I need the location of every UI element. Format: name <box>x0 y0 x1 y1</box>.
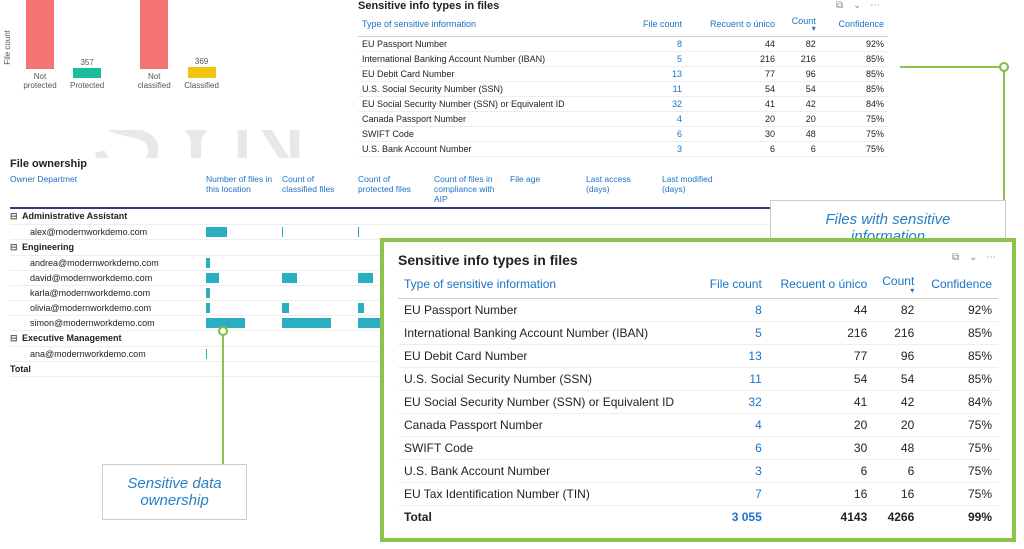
usage-bar <box>282 273 297 283</box>
table-row[interactable]: Canada Passport Number4202075% <box>358 112 888 127</box>
usage-bar <box>206 288 210 298</box>
collapse-icon[interactable]: ⊟ <box>10 333 22 344</box>
focus-icon[interactable]: ⧉ <box>952 252 964 264</box>
usage-bar <box>282 318 331 328</box>
connector-dot-icon <box>999 62 1009 72</box>
ownership-callout: Sensitive data ownership <box>102 464 247 520</box>
table-row[interactable]: EU Debit Card Number13779685% <box>398 345 998 368</box>
table-row[interactable]: SWIFT Code6304875% <box>358 127 888 142</box>
more-icon[interactable]: ⋯ <box>986 252 998 264</box>
table-row[interactable]: SWIFT Code6304875% <box>398 437 998 460</box>
column-header[interactable]: File age <box>510 174 586 204</box>
chart-bar[interactable]: 369Classified <box>184 57 219 90</box>
connector-dot-icon <box>218 326 228 336</box>
sensitive-types-zoom: Sensitive info types in files ⧉ ⌄ ⋯ Type… <box>380 238 1016 542</box>
usage-bar <box>282 227 283 237</box>
table-row[interactable]: U.S. Bank Account Number36675% <box>358 142 888 157</box>
column-header[interactable]: Recuent o único <box>768 270 873 299</box>
table-row[interactable]: EU Social Security Number (SSN) or Equiv… <box>358 97 888 112</box>
chart-ylabel: File count <box>3 30 12 65</box>
table-row[interactable]: U.S. Bank Account Number36675% <box>398 460 998 483</box>
table-row[interactable]: International Banking Account Number (IB… <box>358 52 888 67</box>
focus-icon[interactable]: ⧉ <box>836 0 848 12</box>
table-row[interactable]: EU Debit Card Number13779685% <box>358 67 888 82</box>
collapse-icon[interactable]: ⊟ <box>10 211 22 222</box>
table-row[interactable]: Canada Passport Number4202075% <box>398 414 998 437</box>
column-header[interactable]: Count▾ <box>779 14 820 37</box>
chart-bar[interactable]: 2 686Not classified <box>134 0 174 90</box>
column-header[interactable]: Count of protected files <box>358 174 434 204</box>
table-row[interactable]: International Banking Account Number (IB… <box>398 322 998 345</box>
table-row[interactable]: U.S. Social Security Number (SSN)1154548… <box>398 368 998 391</box>
usage-bar <box>358 303 364 313</box>
filter-icon[interactable]: ⌄ <box>853 0 865 12</box>
chart-bar[interactable]: 357Protected <box>70 58 104 90</box>
usage-bar <box>206 258 210 268</box>
classified-chart: 2 686Not classified369Classified <box>134 4 219 130</box>
usage-bar <box>358 273 373 283</box>
column-header[interactable]: File count <box>626 14 686 37</box>
column-header[interactable]: Recuent o único <box>686 14 779 37</box>
column-header[interactable]: Last access (days) <box>586 174 662 204</box>
column-header[interactable]: Owner Departmet <box>10 174 206 204</box>
collapse-icon[interactable]: ⊟ <box>10 242 22 253</box>
column-header[interactable]: Confidence <box>920 270 998 299</box>
usage-bar <box>206 303 210 313</box>
table-row[interactable]: EU Tax Identification Number (TIN)716167… <box>398 483 998 506</box>
column-header[interactable]: Count of files in compliance with AIP <box>434 174 510 204</box>
protected-chart: 2 698Not protected357Protected <box>20 4 104 130</box>
chart-bar[interactable]: 2 698Not protected <box>20 0 60 90</box>
usage-bar <box>358 227 359 237</box>
column-header[interactable]: Last modified (days) <box>662 174 738 204</box>
ownership-title: File ownership <box>10 158 890 170</box>
table-title: Sensitive info types in files <box>398 252 998 268</box>
usage-bar <box>282 303 289 313</box>
filter-icon[interactable]: ⌄ <box>969 252 981 264</box>
more-icon[interactable]: ⋯ <box>870 0 882 12</box>
column-header[interactable]: Number of files in this location <box>206 174 282 204</box>
column-header[interactable]: File count <box>699 270 767 299</box>
column-header[interactable]: Count of classified files <box>282 174 358 204</box>
table-total-row: Total3 0554143426699% <box>398 506 998 529</box>
column-header[interactable]: Type of sensitive information <box>398 270 699 299</box>
usage-bar <box>206 273 219 283</box>
column-header[interactable]: Type of sensitive information <box>358 14 626 37</box>
table-row[interactable]: U.S. Social Security Number (SSN)1154548… <box>358 82 888 97</box>
table-row[interactable]: EU Social Security Number (SSN) or Equiv… <box>398 391 998 414</box>
file-count-charts: File count 2 698Not protected357Protecte… <box>0 0 350 130</box>
ownership-group-row[interactable]: ⊟Administrative Assistant <box>10 209 890 225</box>
column-header[interactable]: Confidence <box>820 14 888 37</box>
table-title: Sensitive info types in files <box>358 0 888 12</box>
usage-bar <box>206 349 207 359</box>
table-row[interactable]: EU Passport Number8448292% <box>358 37 888 52</box>
usage-bar <box>206 227 227 237</box>
column-header[interactable]: Count▾ <box>873 270 920 299</box>
connector-line <box>1003 66 1005 206</box>
connector-line <box>900 66 1000 68</box>
connector-line <box>222 336 224 464</box>
table-row[interactable]: EU Passport Number8448292% <box>398 299 998 322</box>
